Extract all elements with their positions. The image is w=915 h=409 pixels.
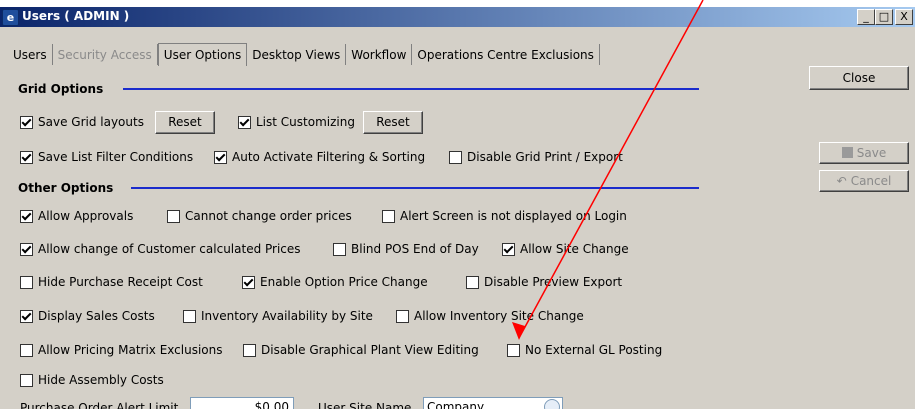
- annotation-arrow: [512, 0, 704, 340]
- arrow-line: [518, 0, 704, 339]
